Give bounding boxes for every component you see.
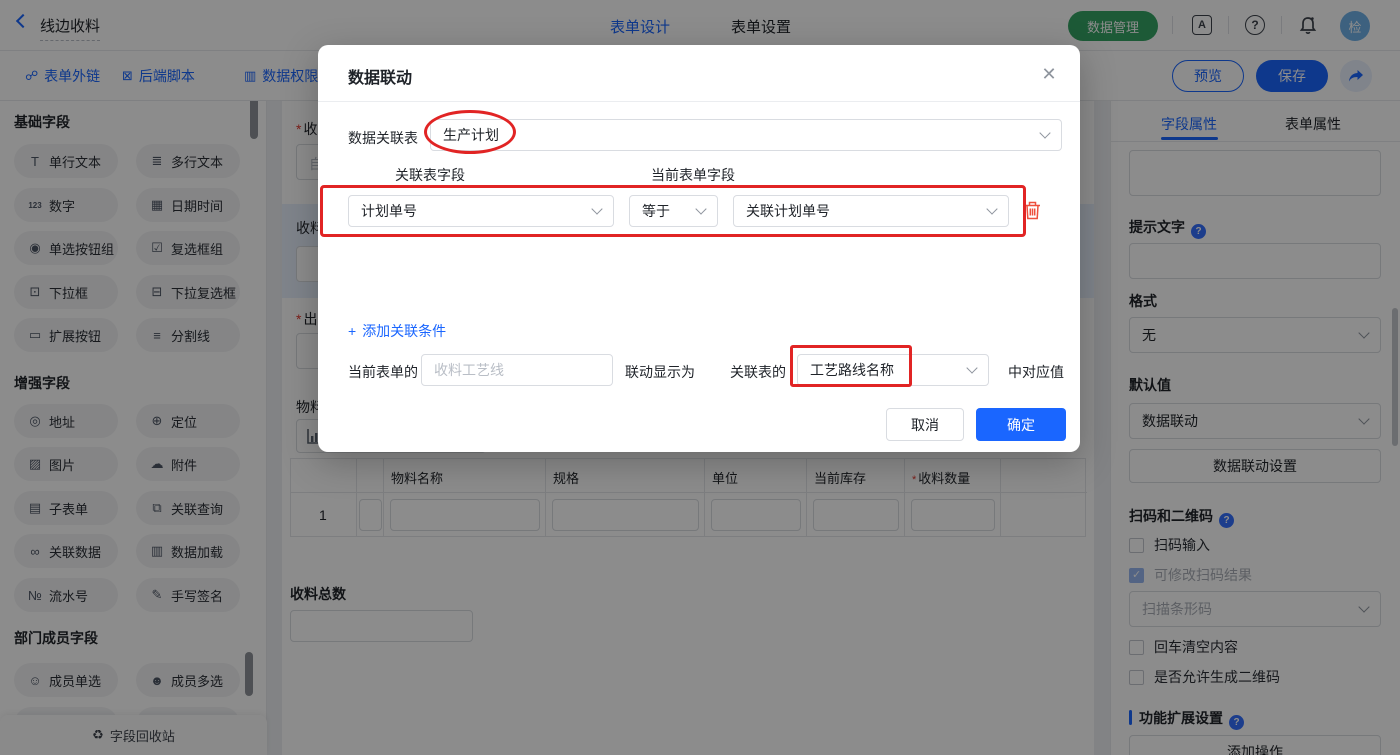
related-table-select[interactable]: 生产计划 [430, 119, 1062, 151]
modal-header-divider [318, 101, 1080, 102]
related-table-label: 数据关联表 [348, 130, 418, 146]
chevron-down-icon [966, 362, 978, 374]
column-header-current-field: 当前表单字段 [651, 167, 735, 183]
chevron-down-icon [1039, 127, 1051, 139]
data-linkage-modal: 数据联动 ✕ 数据关联表 生产计划 关联表字段 当前表单字段 计划单号 等于 关… [318, 45, 1080, 452]
annotation-ellipse-related-table [424, 110, 516, 154]
cancel-button[interactable]: 取消 [886, 408, 964, 441]
delete-condition-icon[interactable] [1024, 201, 1041, 223]
confirm-button[interactable]: 确定 [976, 408, 1066, 441]
add-condition-link[interactable]: + 添加关联条件 [348, 321, 446, 341]
annotation-rect-related-field [790, 345, 912, 387]
display-as-label: 联动显示为 [625, 364, 695, 380]
close-icon[interactable]: ✕ [1036, 61, 1062, 87]
current-form-label: 当前表单的 [348, 364, 418, 380]
plus-icon: + [348, 323, 357, 339]
suffix-label: 中对应值 [1008, 364, 1064, 380]
column-header-related-field: 关联表字段 [395, 167, 465, 183]
current-form-field-input[interactable]: 收料工艺线 [421, 354, 613, 386]
annotation-rect-condition-row [320, 185, 1026, 237]
related-of-label: 关联表的 [730, 364, 786, 380]
app-window: 线边收料 表单设计 表单设置 数据管理 A ? 检 ☍ 表单外链 ⊠ 后端脚本 … [0, 0, 1400, 755]
modal-title: 数据联动 [348, 70, 413, 87]
